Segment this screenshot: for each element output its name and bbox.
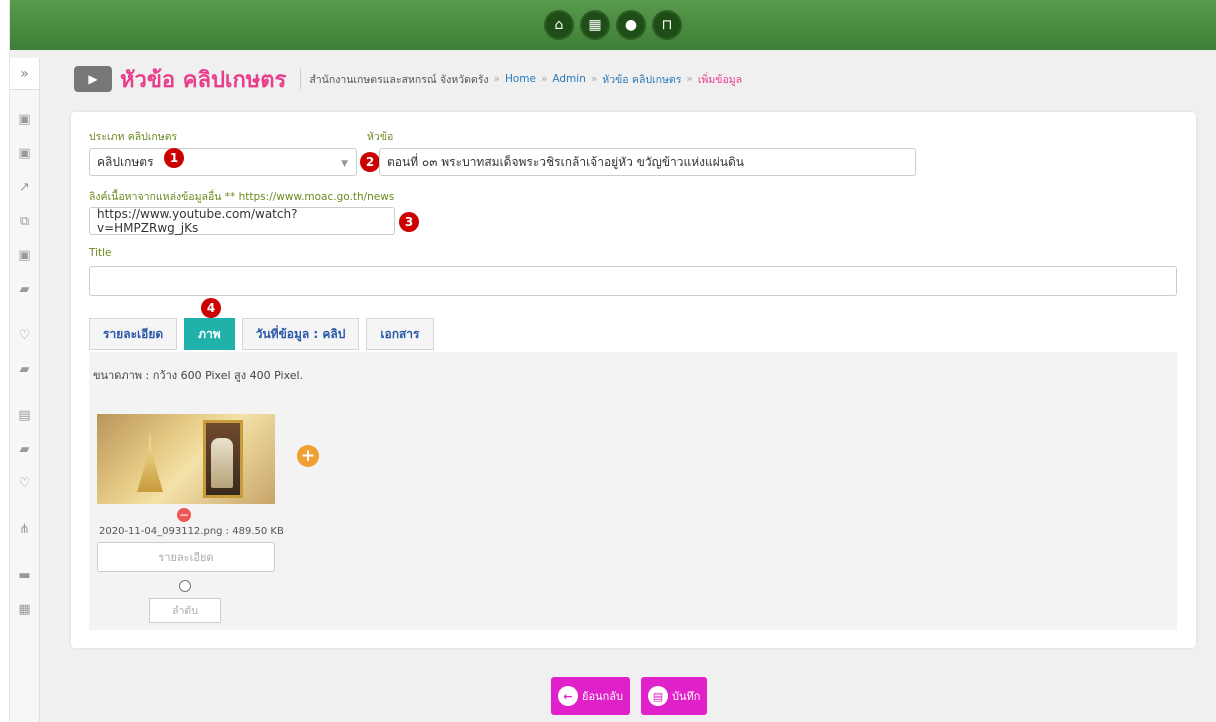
uploaded-image-thumbnail[interactable] [97,414,275,504]
tab-details[interactable]: รายละเอียด [89,318,178,350]
home-icon[interactable]: ⌂ [544,10,574,40]
title-input[interactable] [89,266,1177,296]
type-label: ประเภท คลิปเกษตร [89,131,178,143]
book-icon[interactable]: ▰ [10,352,39,386]
image-icon[interactable]: ▣ [10,136,39,170]
type-select[interactable]: คลิปเกษตร ▼ [89,148,357,176]
tab-image[interactable]: ภาพ [184,318,235,350]
image-icon[interactable]: ▣ [10,102,39,136]
back-button-label: ย้อนกลับ [582,690,623,703]
image-icon[interactable]: ▣ [10,238,39,272]
marker-1: 1 [164,148,184,168]
tab-documents[interactable]: เอกสาร [366,318,434,350]
breadcrumb-separator: » [493,73,500,85]
play-icon: ▶ [74,66,112,92]
user-icon[interactable]: ● [616,10,646,40]
heart-image-icon[interactable]: ♡ [10,318,39,352]
add-image-icon[interactable]: + [297,445,319,467]
form-actions: ← ย้อนกลับ ▤ บันทึก [551,677,708,715]
image-figure-shape [211,438,233,488]
archive-icon[interactable]: ▬ [10,558,39,592]
top-bar: ⌂ ▦ ● ⊓ [10,0,1216,50]
back-button[interactable]: ← ย้อนกลับ [551,677,630,715]
link-label: ลิงค์เนื้อหาจากแหล่งข้อมูลอื่น ** https:… [89,191,395,203]
calendar-icon[interactable]: ▦ [10,592,39,626]
breadcrumb-separator: » [686,73,693,85]
image-primary-radio[interactable] [179,580,191,592]
breadcrumb-current: เพิ่มข้อมูล [697,73,743,86]
breadcrumb-separator: » [540,73,548,85]
marker-4: 4 [201,298,221,318]
external-link-icon[interactable]: ↗ [10,170,39,204]
tab-date-clip[interactable]: วันที่ข้อมูล : คลิป [241,318,360,350]
chevron-down-icon: ▼ [341,159,348,169]
save-button-label: บันทึก [671,690,701,703]
breadcrumb-org: สำนักงานเกษตรและสหกรณ์ จังหวัดตรัง [309,73,489,86]
image-description-input[interactable]: รายละเอียด [97,542,275,572]
breadcrumb: สำนักงานเกษตรและสหกรณ์ จังหวัดตรัง » Hom… [300,69,742,89]
page-header: ▶ หัวข้อ คลิปเกษตร สำนักงานเกษตรและสหกรณ… [74,64,742,94]
heart-icon[interactable]: ♡ [10,466,39,500]
arrow-left-icon: ← [558,686,578,706]
image-order-input[interactable]: ลำดับ [149,598,221,623]
sitemap-icon[interactable]: ⋔ [10,512,39,546]
link-input[interactable]: https://www.youtube.com/watch?v=HMPZRwg_… [89,207,395,235]
remove-image-icon[interactable]: − [177,508,191,522]
topic-label: หัวข้อ [367,131,394,143]
sidebar-toggle-icon[interactable]: » [10,58,39,90]
sidebar: » ▣ ▣ ↗ ⧉ ▣ ▰ ♡ ▰ ▤ ▰ ♡ ⋔ ▬ ▦ [10,58,40,722]
tab-bar: รายละเอียด ภาพ วันที่ข้อมูล : คลิป เอกสา… [89,318,434,350]
title-label: Title [89,247,112,259]
topic-input[interactable]: ตอนที่ ๐๓ พระบาทสมเด็จพระวชิรเกล้าเจ้าอย… [379,148,916,176]
type-select-value: คลิปเกษตร [97,154,154,169]
breadcrumb-separator: » [590,73,598,85]
images-icon[interactable]: ▤ [10,398,39,432]
grid-icon[interactable]: ▦ [580,10,610,40]
image-temple-shape [137,432,163,492]
marker-3: 3 [399,212,419,232]
unlock-icon[interactable]: ⊓ [652,10,682,40]
breadcrumb-section[interactable]: หัวข้อ คลิปเกษตร [602,71,681,88]
left-edge-strip [0,0,10,722]
image-file-info: 2020-11-04_093112.png : 489.50 KB [99,526,284,537]
image-tab-panel: ขนาดภาพ : กว้าง 600 Pixel สูง 400 Pixel.… [89,352,1177,630]
form-card: ประเภท คลิปเกษตร คลิปเกษตร ▼ 1 หัวข้อ 2 … [71,112,1196,648]
save-icon: ▤ [647,686,668,706]
book-icon[interactable]: ▰ [10,272,39,306]
save-button[interactable]: ▤ บันทึก [640,677,708,715]
marker-2: 2 [360,152,380,172]
copy-icon[interactable]: ⧉ [10,204,39,238]
page-title: หัวข้อ คลิปเกษตร [120,67,287,93]
breadcrumb-home[interactable]: Home [505,73,536,85]
breadcrumb-admin[interactable]: Admin [552,73,585,85]
book-icon[interactable]: ▰ [10,432,39,466]
image-size-note: ขนาดภาพ : กว้าง 600 Pixel สูง 400 Pixel. [93,369,304,382]
